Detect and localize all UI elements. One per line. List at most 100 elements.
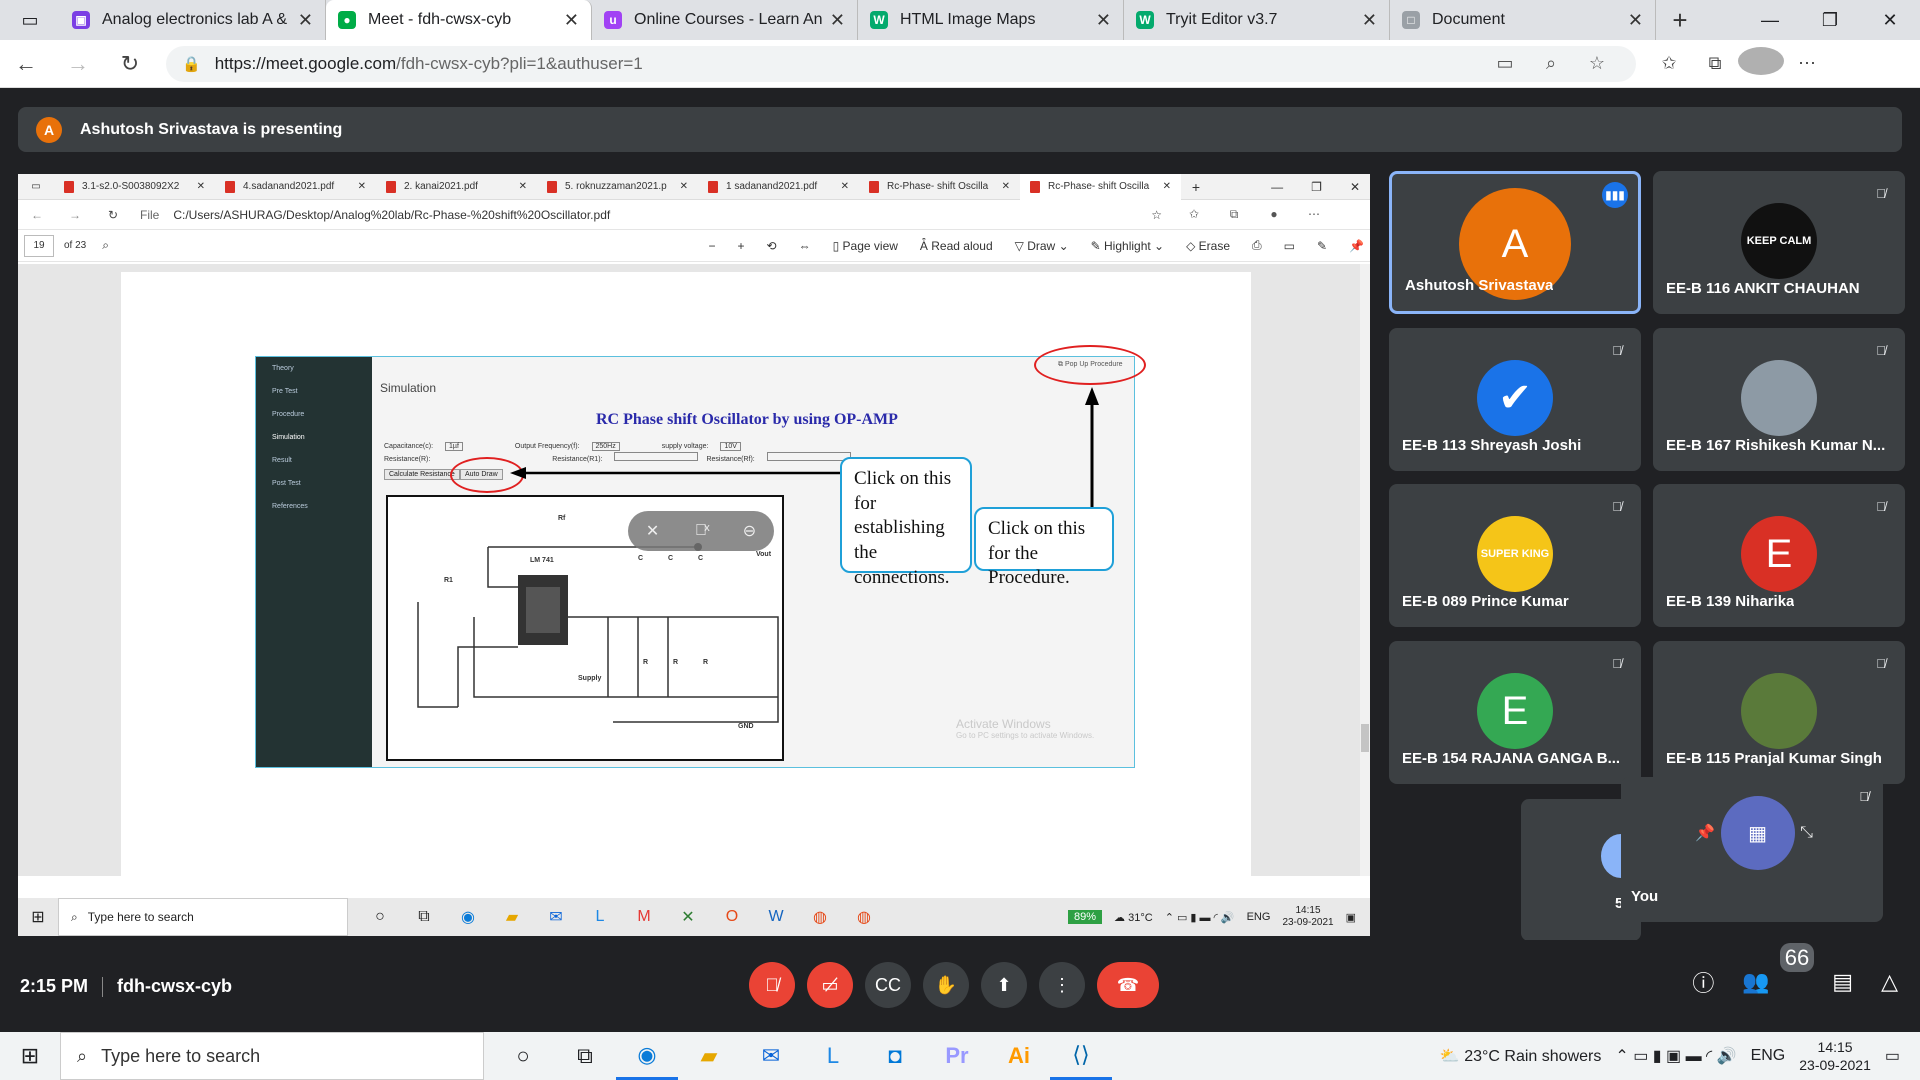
l-app-icon[interactable]: L: [802, 1032, 864, 1080]
minus-icon: ⊖: [742, 523, 757, 540]
tab-favicon-icon: W: [870, 11, 888, 29]
tab-close-icon[interactable]: ✕: [1096, 10, 1111, 31]
participant-tile[interactable]: 🎙̸ SUPER KING EE-B 089 Prince Kumar: [1389, 484, 1641, 627]
erase-button: ◇ Erase: [1186, 238, 1231, 253]
label-gnd: GND: [738, 723, 754, 730]
shared-tab: Rc-Phase- shift Oscilla ✕: [1020, 174, 1181, 200]
shared-favorites-icon: ✩: [1188, 207, 1200, 221]
blue-app-icon[interactable]: ◘: [864, 1032, 926, 1080]
browser-tab[interactable]: W HTML Image Maps ✕: [858, 0, 1124, 40]
premiere-icon[interactable]: Pr: [926, 1032, 988, 1080]
task-view-icon[interactable]: ⧉: [554, 1032, 616, 1080]
illustrator-icon[interactable]: Ai: [988, 1032, 1050, 1080]
collections-icon[interactable]: ⧉: [1692, 53, 1738, 74]
edge-icon[interactable]: ◉: [616, 1032, 678, 1080]
people-icon[interactable]: 👥66: [1742, 943, 1815, 995]
more-icon[interactable]: ⋯: [1784, 53, 1830, 74]
callout-connections: Click on this for establishing the conne…: [840, 457, 972, 588]
tab-close-icon[interactable]: ✕: [298, 10, 313, 31]
label-rf: Rf: [558, 515, 566, 522]
url-path: /fdh-cwsx-cyb?pli=1&authuser=1: [396, 53, 643, 73]
self-tile[interactable]: 🎙̸ 📌 ▦ ⤡ You: [1621, 777, 1883, 922]
minimize-icon[interactable]: —: [1740, 0, 1800, 40]
more-options-button[interactable]: ⋮: [1039, 962, 1085, 1008]
tab-favicon-icon: ▣: [72, 11, 90, 29]
floating-presenter-controls: ✕ ◁ͯ ⊖: [628, 511, 774, 551]
fit-icon: ⇔: [798, 238, 811, 253]
meeting-details-icon[interactable]: ⓘ: [1692, 966, 1714, 998]
browser-tab[interactable]: ▣ Analog electronics lab A & I ✕: [60, 0, 326, 40]
participant-tile[interactable]: 🎙̸ EE-B 167 Rishikesh Kumar N...: [1653, 328, 1905, 471]
zoom-icon[interactable]: ⌕: [1528, 53, 1574, 74]
captions-button[interactable]: CC: [865, 962, 911, 1008]
new-tab-button[interactable]: +: [1656, 5, 1704, 36]
tab-close-icon[interactable]: ✕: [564, 10, 579, 31]
back-icon[interactable]: ←: [0, 51, 52, 77]
shared-notification-icon: ▣: [1345, 911, 1356, 924]
participant-tile[interactable]: 🎙̸ KEEP CALM EE-B 116 ANKIT CHAUHAN: [1653, 171, 1905, 314]
notifications-icon[interactable]: ▭: [1885, 1046, 1900, 1066]
profile-avatar[interactable]: [1738, 47, 1784, 80]
file-explorer-icon[interactable]: ▰: [678, 1032, 740, 1080]
call-controls: 🎙̸ ▭̸ CC ✋ ⬆ ⋮ ☎: [749, 962, 1159, 1008]
participant-tile[interactable]: 🎙̸ E EE-B 154 RAJANA GANGA B...: [1389, 641, 1641, 784]
taskbar-clock[interactable]: 14:15 23-09-2021: [1799, 1038, 1871, 1074]
pin-self-icon[interactable]: 📌: [1695, 823, 1715, 843]
taskbar-search[interactable]: ⌕ Type here to search: [60, 1032, 484, 1080]
forward-icon[interactable]: →: [52, 51, 104, 77]
muted-mic-icon: 🎙̸: [1612, 498, 1622, 514]
mail-icon[interactable]: ✉: [740, 1032, 802, 1080]
tab-close-icon[interactable]: ✕: [1628, 10, 1643, 31]
language-indicator[interactable]: ENG: [1751, 1047, 1786, 1065]
vscode-icon[interactable]: ⟨⟩: [1050, 1032, 1112, 1080]
shared-office-icon: O: [725, 908, 739, 925]
taskbar-search-text: Type here to search: [101, 1045, 261, 1066]
tab-actions-icon[interactable]: ▭: [0, 0, 60, 40]
meeting-code: fdh-cwsx-cyb: [117, 976, 233, 996]
minimize-self-icon[interactable]: ⤡: [1800, 824, 1813, 842]
restore-icon[interactable]: ❐: [1800, 0, 1860, 40]
favorites-icon[interactable]: ✩: [1646, 53, 1692, 74]
browser-tab[interactable]: u Online Courses - Learn Anyt ✕: [592, 0, 858, 40]
microphone-off-button[interactable]: 🎙̸: [749, 962, 795, 1008]
shared-weather: ☁ 31°C: [1114, 911, 1153, 924]
label-r1: R1: [444, 577, 453, 584]
participant-tile[interactable]: 🎙̸ E EE-B 139 Niharika: [1653, 484, 1905, 627]
raise-hand-button[interactable]: ✋: [923, 962, 969, 1008]
meet-bottom-bar: 2:15 PM fdh-cwsx-cyb 🎙̸ ▭̸ CC ✋ ⬆ ⋮ ☎ ⓘ 👥…: [0, 940, 1920, 1032]
chat-icon[interactable]: ▤: [1832, 969, 1853, 995]
participant-tile[interactable]: 🎙̸ ✔ EE-B 113 Shreyash Joshi: [1389, 328, 1641, 471]
shared-path: C:/Users/ASHURAG/Desktop/Analog%20lab/Rc…: [173, 207, 611, 222]
shared-tab-label: 4.sadanand2021.pdf: [243, 181, 335, 192]
close-window-icon[interactable]: ✕: [1860, 0, 1920, 40]
url-field[interactable]: 🔒 https://meet.google.com/fdh-cwsx-cyb?p…: [166, 45, 1636, 82]
label-c3: C: [698, 555, 704, 562]
start-icon[interactable]: ⊞: [0, 1043, 60, 1069]
activities-icon[interactable]: △: [1881, 969, 1898, 995]
window-controls: — ❐ ✕: [1740, 0, 1920, 40]
leave-call-button[interactable]: ☎: [1097, 962, 1159, 1008]
tray-icons[interactable]: ⌃ ▭ ▮ ▣ ▬ ◜ 🔊: [1615, 1046, 1736, 1066]
browser-tab[interactable]: W Tryit Editor v3.7 ✕: [1124, 0, 1390, 40]
tab-close-icon[interactable]: ✕: [1362, 10, 1377, 31]
shared-collections-icon: ⧉: [1229, 207, 1239, 221]
participant-tile[interactable]: ▮▮▮ A Ashutosh Srivastava: [1389, 171, 1641, 314]
label-c2: C: [668, 555, 674, 562]
camera-off-button[interactable]: ▭̸: [807, 962, 853, 1008]
tab-label: HTML Image Maps: [900, 11, 1036, 28]
participant-tile[interactable]: 🎙̸ EE-B 115 Pranjal Kumar Singh: [1653, 641, 1905, 784]
zoom-out-icon: −: [708, 238, 716, 253]
browser-tab[interactable]: □ Document ✕: [1390, 0, 1656, 40]
reload-icon[interactable]: ↻: [104, 51, 156, 77]
speaking-indicator-icon: ▮▮▮: [1602, 182, 1628, 208]
tab-close-icon[interactable]: ✕: [830, 10, 845, 31]
weather-widget[interactable]: ⛅ 23°C Rain showers: [1440, 1046, 1602, 1066]
pdf-viewer: Theory Pre Test Procedure Simulation Result P…: [18, 264, 1370, 882]
cortana-icon[interactable]: ○: [492, 1032, 554, 1080]
present-button[interactable]: ⬆: [981, 962, 1027, 1008]
shared-tab-actions-icon: ▭: [31, 181, 41, 192]
browser-tab[interactable]: ● Meet - fdh-cwsx-cyb ✕: [326, 0, 592, 40]
pdf-icon: [708, 180, 718, 193]
camera-icon[interactable]: ▭: [1482, 53, 1528, 74]
add-favorite-icon[interactable]: ☆: [1574, 53, 1620, 74]
